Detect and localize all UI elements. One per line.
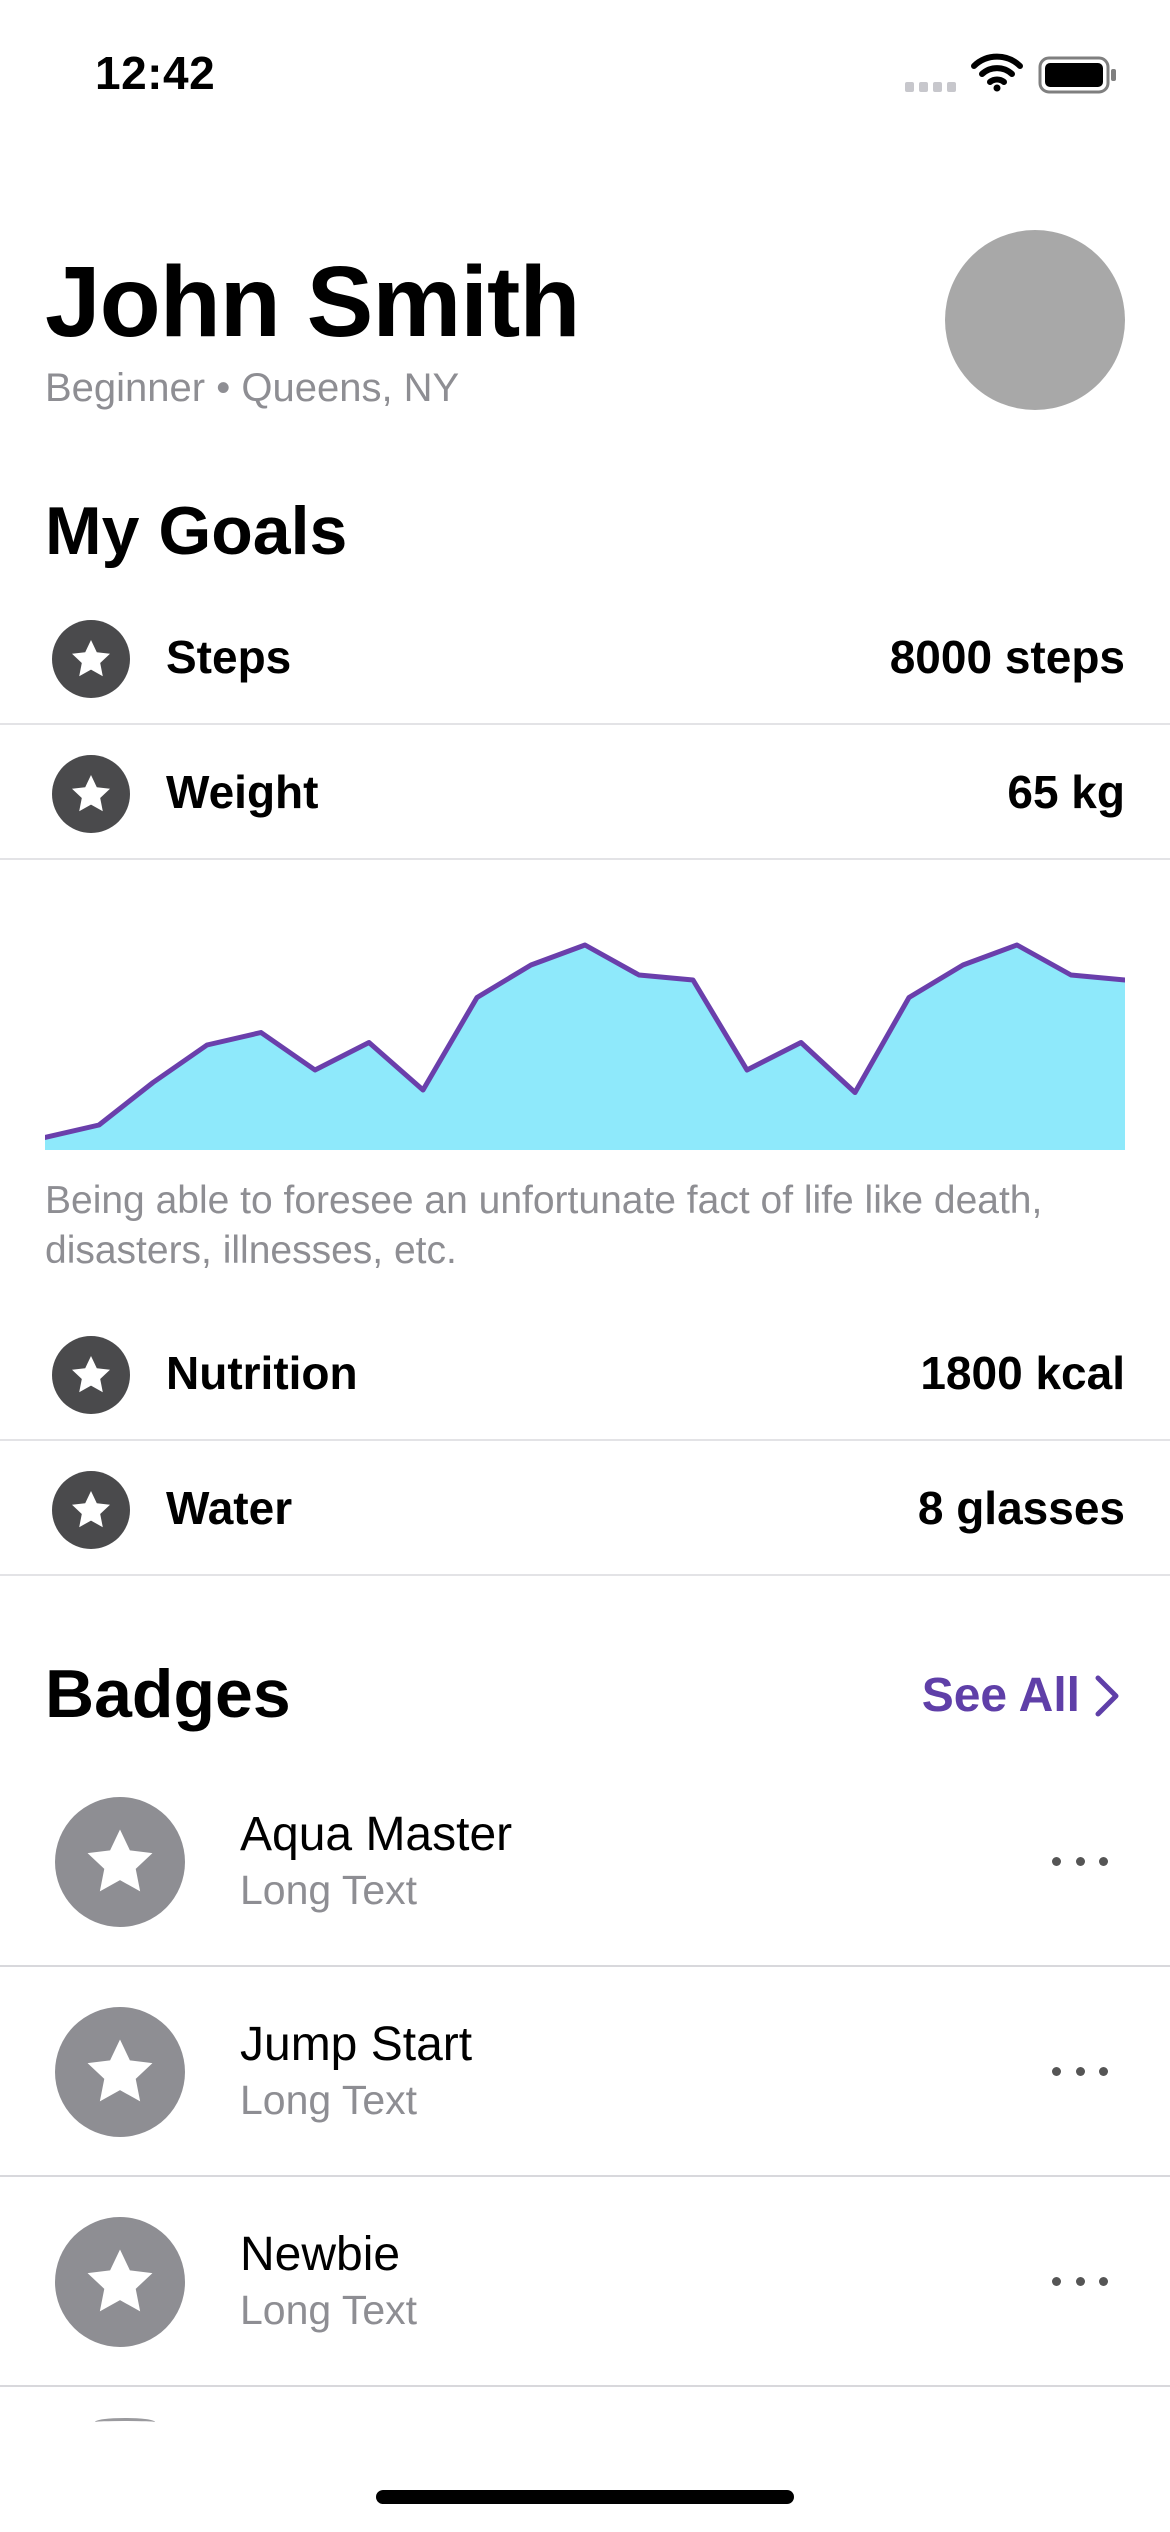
more-options-icon[interactable] [1052,2269,1108,2293]
goal-row-weight[interactable]: Weight 65 kg [0,725,1170,860]
goal-row-water[interactable]: Water 8 glasses [0,1441,1170,1576]
partial-badge-icon [95,2418,155,2426]
wifi-icon [971,53,1023,92]
chart-caption: Being able to foresee an unfortunate fac… [45,1179,1043,1272]
goal-value: 8000 steps [889,631,1125,683]
goal-label: Steps [166,631,292,683]
goal-value: 1800 kcal [920,1347,1125,1399]
star-icon [52,620,130,698]
goal-value: 8 glasses [917,1482,1125,1534]
avatar[interactable] [945,230,1125,410]
profile-name: John Smith [45,246,580,358]
see-all-label: See All [921,1669,1080,1722]
star-icon [52,1336,130,1414]
goal-value: 65 kg [1007,766,1125,818]
battery-icon [1038,56,1116,94]
badge-detail: Long Text [240,2077,418,2123]
badges-section-title: Badges [45,1656,291,1732]
star-icon [55,2007,185,2137]
more-options-icon[interactable] [1052,1849,1108,1873]
chevron-right-icon [1095,1675,1119,1716]
star-icon [52,1471,130,1549]
star-icon [55,1797,185,1927]
badge-name: Newbie [240,2228,401,2281]
star-icon [52,755,130,833]
status-bar: 12:42 [0,0,1170,150]
goal-row-nutrition[interactable]: Nutrition 1800 kcal [0,1306,1170,1441]
badge-detail: Long Text [240,1867,418,1913]
badge-row-newbie[interactable]: Newbie Long Text [0,2177,1170,2387]
badge-row-aqua-master[interactable]: Aqua Master Long Text [0,1757,1170,1967]
progress-area-chart [45,942,1125,1150]
more-options-icon[interactable] [1052,2059,1108,2083]
badge-row-jump-start[interactable]: Jump Start Long Text [0,1967,1170,2177]
goal-label: Nutrition [166,1347,358,1399]
home-indicator[interactable] [376,2490,794,2504]
goals-section-title: My Goals [45,493,348,569]
cellular-signal-icon [905,82,956,92]
goal-label: Weight [166,766,319,818]
profile-subtitle: Beginner • Queens, NY [45,366,460,410]
star-icon [55,2217,185,2347]
badge-name: Jump Start [240,2018,473,2071]
status-time: 12:42 [95,47,216,99]
badge-detail: Long Text [240,2287,418,2333]
goal-label: Water [166,1482,293,1534]
goal-row-steps[interactable]: Steps 8000 steps [0,590,1170,725]
badge-name: Aqua Master [240,1808,513,1861]
see-all-button[interactable]: See All [922,1668,1120,1723]
